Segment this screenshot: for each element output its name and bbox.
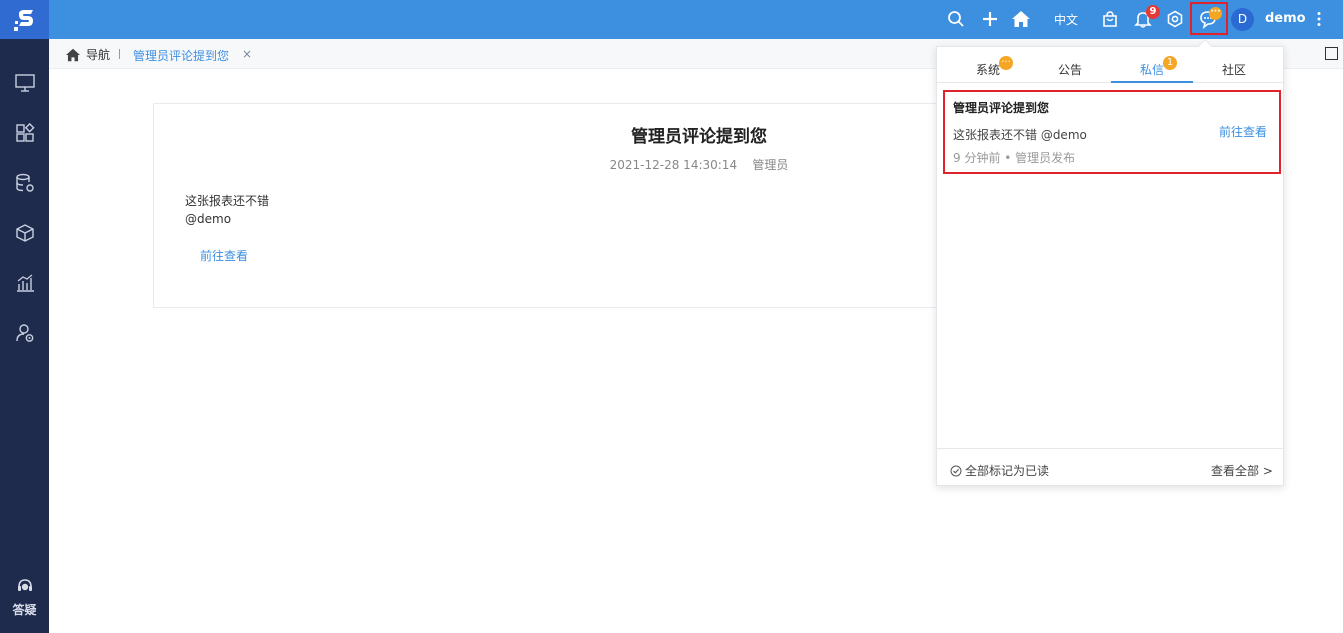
breadcrumb-home-label: 导航 (86, 48, 111, 62)
user-settings-icon (15, 323, 33, 342)
tab-community[interactable]: 社区 (1193, 61, 1275, 78)
article-author: 管理员 (752, 158, 789, 172)
headset-icon (17, 579, 32, 591)
user-name[interactable]: demo (1265, 11, 1306, 26)
tab-community-label: 社区 (1221, 63, 1246, 77)
sidebar-item-monitor[interactable] (12, 70, 37, 95)
home-button[interactable] (1009, 7, 1033, 31)
sidebar-item-analytics[interactable] (12, 270, 37, 295)
help-entry[interactable]: 答疑 (0, 576, 49, 618)
home-icon (66, 48, 80, 61)
message-time: 9 分钟前 • 管理员发布 (953, 151, 1076, 165)
messages-highlight-frame (1190, 2, 1228, 35)
tab-private-message-badge: 1 (1163, 56, 1177, 70)
settings-button[interactable] (1164, 7, 1186, 31)
mark-all-read-button[interactable]: 全部标记为已读 (950, 462, 1049, 479)
search-button[interactable] (945, 7, 967, 31)
active-tab-underline (1111, 81, 1193, 83)
search-icon (948, 11, 964, 27)
avatar[interactable]: D (1231, 8, 1254, 31)
breadcrumb-home[interactable]: 导航 (65, 46, 110, 63)
message-view-link[interactable]: 前往查看 (1219, 123, 1267, 140)
breadcrumb-divider (119, 49, 120, 59)
message-text: 这张报表还不错 @demo (953, 128, 1087, 142)
tab-announcement[interactable]: 公告 (1029, 61, 1111, 78)
notifications-button[interactable]: 9 (1132, 5, 1160, 31)
app-logo[interactable] (0, 0, 49, 39)
check-circle-icon (950, 465, 962, 476)
top-bar: 中文 9 ··· D demo (49, 0, 1343, 39)
view-report-link[interactable]: 前往查看 (200, 247, 248, 264)
sidebar-item-cube[interactable] (12, 220, 37, 245)
message-popover: 系统 ··· 公告 私信 1 社区 管理员评论提到您 这张报表还不错 @demo… (936, 38, 1284, 486)
tab-announcement-label: 公告 (1057, 63, 1082, 77)
left-sidebar: 答疑 (0, 0, 49, 633)
database-settings-icon (15, 173, 34, 192)
more-menu-button[interactable] (1311, 7, 1327, 31)
language-switch[interactable]: 中文 (1054, 11, 1078, 28)
tab-system-badge: ··· (999, 56, 1013, 70)
home-icon (1012, 11, 1030, 27)
logo-icon (13, 9, 33, 31)
mark-all-read-label: 全部标记为已读 (965, 464, 1050, 478)
sidebar-item-data[interactable] (12, 170, 37, 195)
message-tabs: 系统 ··· 公告 私信 1 社区 (937, 47, 1283, 83)
popover-footer: 全部标记为已读 查看全部 > (937, 448, 1283, 486)
message-title: 管理员评论提到您 (953, 101, 1050, 115)
tab-system[interactable]: 系统 ··· (947, 56, 1029, 78)
tab-private-message-label: 私信 (1139, 63, 1164, 77)
sidebar-item-users[interactable] (12, 320, 37, 345)
store-button[interactable] (1099, 7, 1121, 31)
shopping-bag-icon (1103, 11, 1117, 27)
breadcrumb-tab-current[interactable]: 管理员评论提到您 (133, 47, 229, 64)
article-body-line: 这张报表还不错 (185, 194, 270, 208)
tab-system-label: 系统 (975, 63, 1000, 77)
article-body: 这张报表还不错 @demo (185, 192, 269, 228)
list-item[interactable]: 管理员评论提到您 这张报表还不错 @demo 前往查看 9 分钟前 • 管理员发… (943, 90, 1281, 174)
more-vertical-icon (1317, 12, 1321, 26)
notification-badge: 9 (1146, 5, 1160, 19)
monitor-icon (14, 73, 35, 92)
sidebar-item-apps[interactable] (12, 120, 37, 145)
tab-private-message[interactable]: 私信 1 (1111, 56, 1193, 78)
gear-icon (1167, 10, 1183, 28)
add-button[interactable] (979, 7, 1001, 31)
cube-icon (15, 223, 34, 242)
view-all-link[interactable]: 查看全部 > (1211, 462, 1273, 479)
fullscreen-icon[interactable] (1325, 47, 1338, 60)
plus-icon (983, 12, 997, 26)
close-tab-button[interactable]: × (242, 47, 252, 61)
article-datetime: 2021-12-28 14:30:14 (609, 158, 738, 172)
apps-grid-icon (15, 122, 35, 142)
article-body-mention: @demo (185, 212, 232, 226)
bar-chart-icon (16, 274, 34, 292)
help-label: 答疑 (12, 603, 37, 617)
